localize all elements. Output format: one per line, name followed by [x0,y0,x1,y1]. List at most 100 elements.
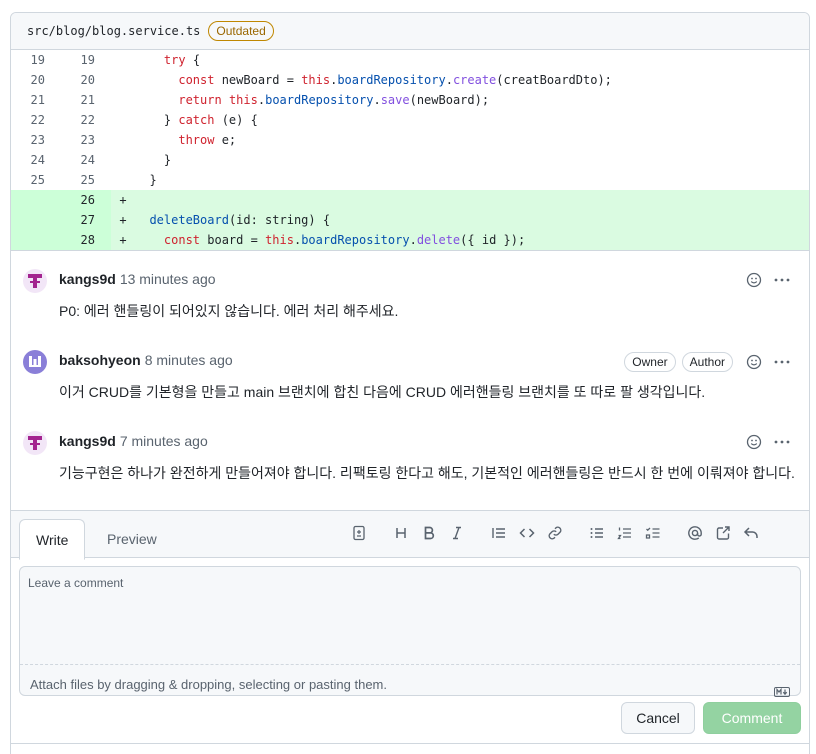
old-line-number: 22 [30,113,45,127]
diff-hunk: 19 19 try { 20 20 const newBoard = this.… [11,50,809,250]
avatar[interactable] [23,269,47,293]
attach-files-hint[interactable]: Attach files by dragging & dropping, sel… [20,670,800,700]
old-line-number [11,230,59,250]
cancel-button[interactable]: Cancel [621,702,695,734]
mention-icon[interactable] [681,523,709,543]
comment: baksohyeon 8 minutes ago Owner Author 이거 … [11,340,809,421]
author-link[interactable]: baksohyeon [59,352,141,368]
tab-preview[interactable]: Preview [91,519,173,559]
owner-badge: Owner [624,352,676,372]
file-path[interactable]: src/blog/blog.service.ts [27,24,200,38]
markdown-toolbar [345,523,765,543]
comment-body: 기능구현은 하나가 완전하게 만들어져야 합니다. 리팩토링 한다고 해도, 기… [59,465,795,481]
timestamp-link[interactable]: 8 minutes ago [145,352,233,368]
old-line-number: 21 [30,93,45,107]
diff-marker [111,50,135,70]
task-list-icon[interactable] [639,523,667,543]
ordered-list-icon[interactable] [611,523,639,543]
comment: kangs9d 7 minutes ago 기능구현은 하나가 완전하게 만들어져… [11,421,809,502]
comment-actions [745,433,791,451]
code-line: } [135,153,172,167]
add-reaction-icon[interactable] [745,433,763,451]
bold-icon[interactable] [415,523,443,543]
reply-icon[interactable] [737,523,765,543]
timestamp-link[interactable]: 7 minutes ago [120,433,208,449]
new-line-number: 23 [80,133,95,147]
diff-row-added: 28 + const board = this.boardRepository.… [11,230,809,250]
code-icon[interactable] [513,523,541,543]
new-line-number: 21 [80,93,95,107]
new-line-number: 26 [59,190,111,210]
comment-editor: Write Preview Leave a comment Attach fil… [11,510,809,744]
timestamp-link[interactable]: 13 minutes ago [120,271,216,287]
diff-marker [111,130,135,150]
diff-marker [111,90,135,110]
comment-textarea[interactable] [20,567,800,665]
diff-marker [111,70,135,90]
attach-files-text: Attach files by dragging & dropping, sel… [30,677,387,692]
italic-icon[interactable] [443,523,471,543]
insert-suggestion-icon[interactable] [345,523,373,543]
kebab-menu-icon[interactable] [773,271,791,289]
old-line-number: 20 [30,73,45,87]
kebab-menu-icon[interactable] [773,433,791,451]
code-line: deleteBoard(id: string) { [149,213,331,227]
diff-row: 21 21 return this.boardRepository.save(n… [11,90,809,110]
new-line-number: 22 [80,113,95,127]
quote-icon[interactable] [485,523,513,543]
editor-tabbar: Write Preview [11,510,809,560]
new-line-number: 20 [80,73,95,87]
unordered-list-icon[interactable] [583,523,611,543]
avatar[interactable] [23,350,47,374]
identicon-icon [29,356,41,367]
link-icon[interactable] [541,523,569,543]
cross-reference-icon[interactable] [709,523,737,543]
comment-body: 이거 CRUD를 기본형을 만들고 main 브랜치에 합친 다음에 CRUD … [59,384,706,400]
author-link[interactable]: kangs9d [59,271,116,287]
identicon-icon [28,436,42,450]
comment-header: kangs9d 7 minutes ago [59,431,208,451]
old-line-number: 25 [30,173,45,187]
comment-actions: Owner Author [624,352,791,372]
code-line: throw e; [178,133,237,147]
author-badge: Author [681,352,733,372]
new-line-number: 28 [59,230,111,250]
diff-row: 20 20 const newBoard = this.boardReposit… [11,70,809,90]
diff-row: 23 23 throw e; [11,130,809,150]
new-line-number: 24 [80,153,95,167]
comment-button[interactable]: Comment [703,702,801,734]
outdated-badge: Outdated [208,21,274,41]
diff-row: 25 25 } [11,170,809,190]
new-line-number: 25 [80,173,95,187]
kebab-menu-icon[interactable] [773,353,791,371]
old-line-number [11,210,59,230]
heading-icon[interactable] [387,523,415,543]
comment-input-wrapper: Attach files by dragging & dropping, sel… [19,566,801,697]
code-line: } catch (e) { [135,113,258,127]
code-line: } [135,173,157,187]
file-header: src/blog/blog.service.ts Outdated [11,13,809,50]
comment-header: baksohyeon 8 minutes ago [59,350,233,370]
add-reaction-icon[interactable] [745,271,763,289]
review-thread-panel: src/blog/blog.service.ts Outdated 19 19 … [10,12,810,754]
old-line-number: 24 [30,153,45,167]
diff-marker [111,170,135,190]
comment-actions [745,271,791,289]
comment: kangs9d 13 minutes ago P0: 에러 핸들링이 되어있지 않… [11,259,809,340]
old-line-number [11,190,59,210]
editor-actions: Cancel Comment [11,702,809,742]
comment-header: kangs9d 13 minutes ago [59,269,216,289]
add-reaction-icon[interactable] [745,353,763,371]
author-link[interactable]: kangs9d [59,433,116,449]
diff-row: 24 24 } [11,150,809,170]
old-line-number: 23 [30,133,45,147]
diff-marker [111,150,135,170]
diff-row-added: 26 + [11,190,809,210]
diff-row: 22 22 } catch (e) { [11,110,809,130]
new-line-number: 27 [59,210,111,230]
old-line-number: 19 [30,53,45,67]
diff-marker: + [119,213,127,227]
avatar[interactable] [23,431,47,455]
tab-write[interactable]: Write [19,519,86,560]
identicon-icon [28,274,42,288]
